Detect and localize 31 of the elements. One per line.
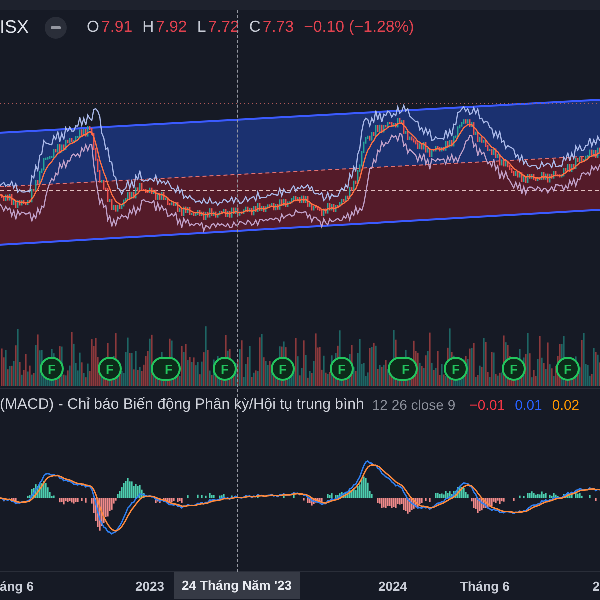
- ohlc-value: 7.92: [156, 18, 188, 36]
- time-label: áng 6: [0, 579, 34, 594]
- earnings-marker[interactable]: F: [556, 357, 580, 381]
- time-label: 2023: [136, 579, 164, 594]
- indicator-params: 12 26 close 9: [372, 396, 456, 412]
- earnings-marker[interactable]: F: [40, 357, 64, 381]
- ohlc-label: H: [142, 18, 154, 36]
- earnings-marker[interactable]: F: [330, 357, 354, 381]
- time-label: 2: [592, 579, 600, 594]
- indicator-value: −0.01: [470, 396, 506, 412]
- ohlc-label: L: [197, 18, 206, 36]
- earnings-marker[interactable]: F: [444, 357, 468, 381]
- indicator-value: 0.01: [515, 396, 542, 412]
- earnings-marker[interactable]: F: [271, 357, 295, 381]
- earnings-marker[interactable]: F: [151, 357, 181, 381]
- earnings-marker[interactable]: F: [502, 357, 526, 381]
- ohlc-label: O: [87, 18, 100, 36]
- symbol-name[interactable]: ISX: [0, 17, 30, 38]
- ohlc-value: 7.72: [208, 18, 240, 36]
- time-label: 2024: [378, 579, 408, 594]
- indicator-title: (MACD) - Chỉ báo Biến động Phân kỳ/Hội tụ trung bình: [0, 396, 364, 413]
- crosshair-date-label: 24 Tháng Năm '23: [174, 572, 300, 599]
- time-label: Tháng 6: [460, 579, 510, 594]
- ohlc-label: C: [249, 18, 261, 36]
- price-change: −0.10 (−1.28%): [304, 18, 414, 36]
- earnings-marker[interactable]: F: [388, 357, 418, 381]
- ohlc-value: 7.73: [262, 18, 294, 36]
- earnings-marker[interactable]: F: [98, 357, 122, 381]
- indicator-value: 0.02: [552, 396, 580, 412]
- earnings-marker[interactable]: F: [213, 357, 237, 381]
- ohlc-value: 7.91: [101, 18, 133, 36]
